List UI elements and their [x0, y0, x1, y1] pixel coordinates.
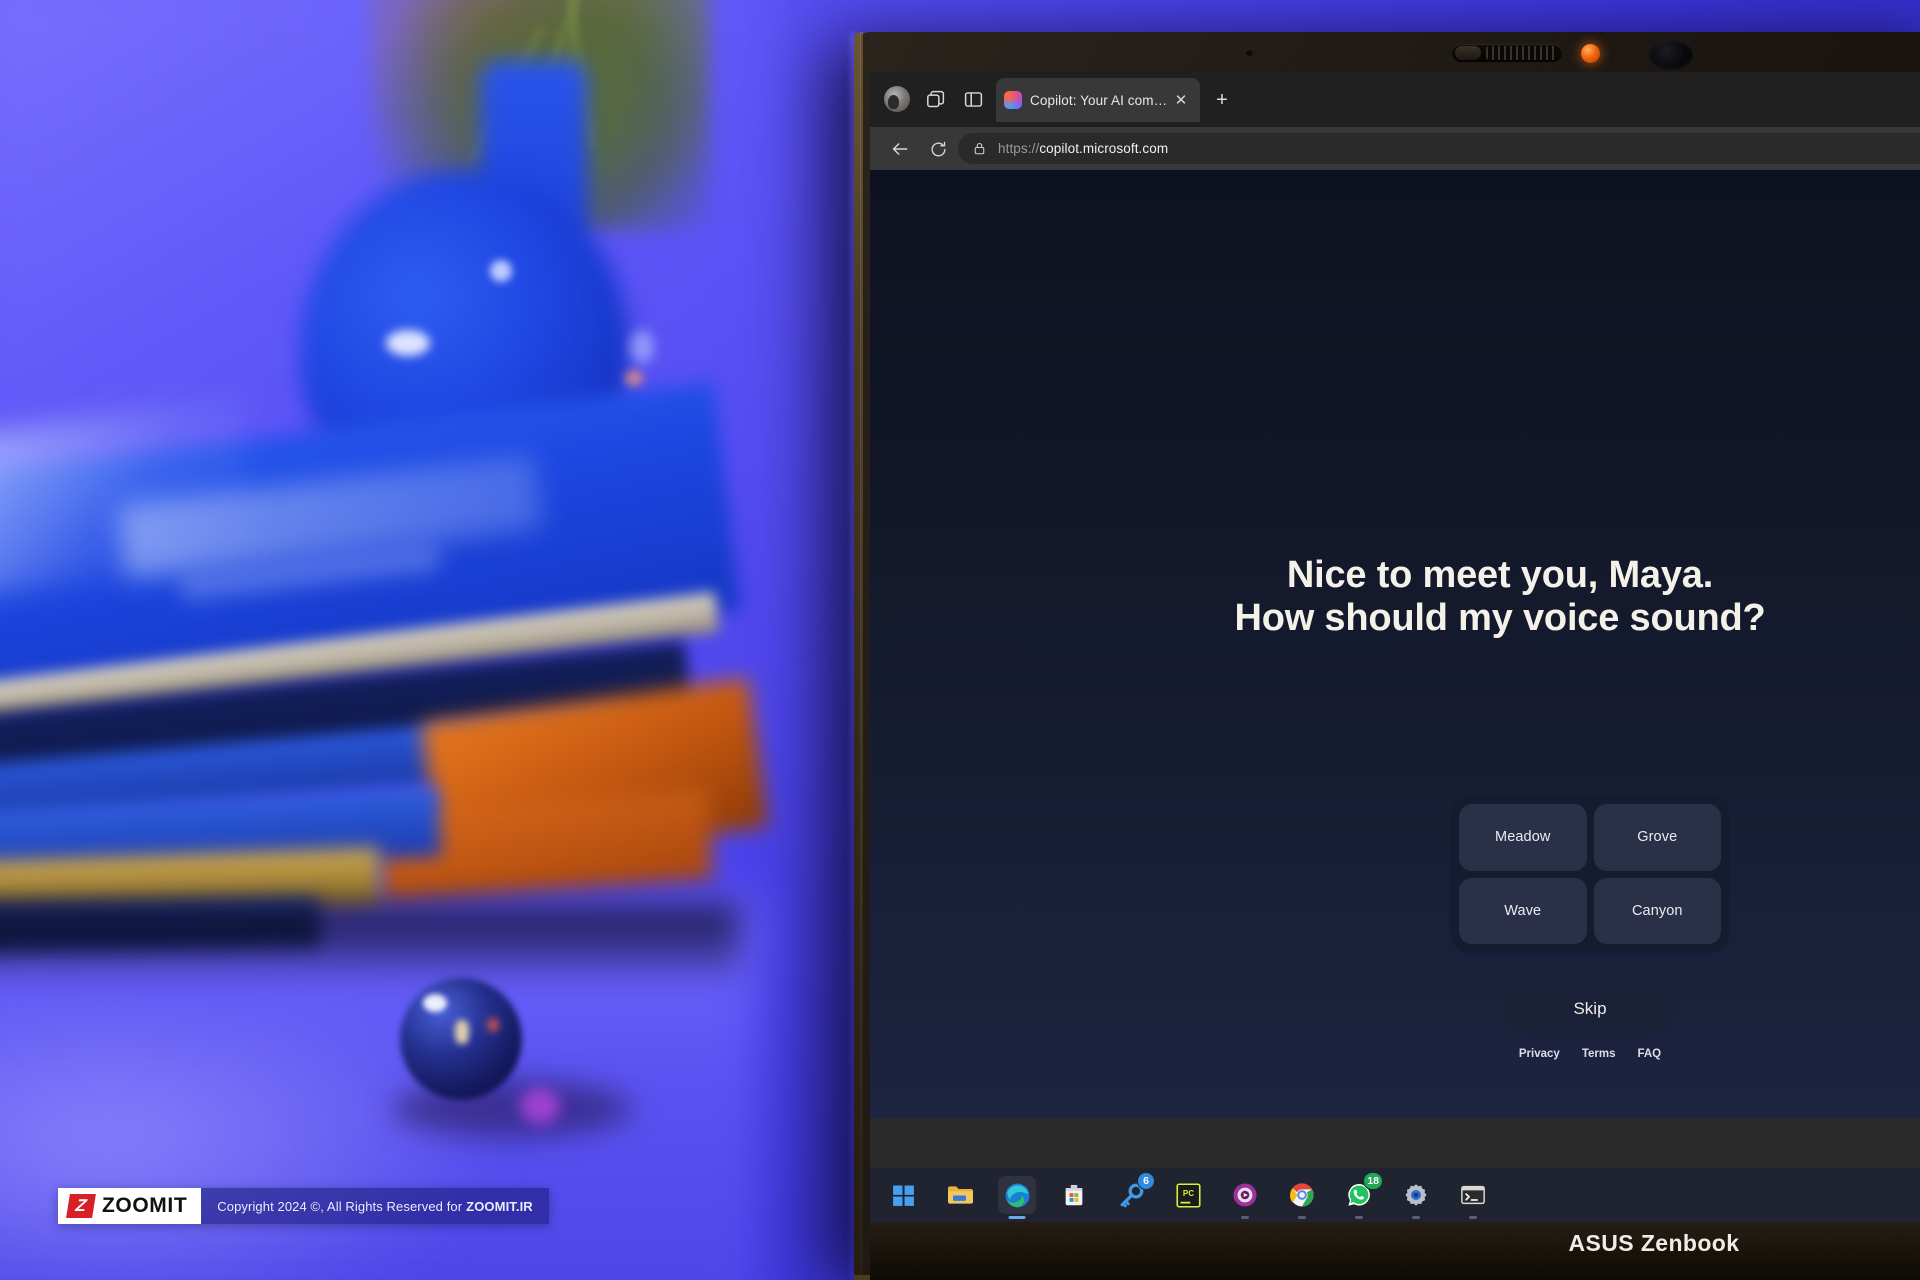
voice-option-canyon[interactable]: Canyon — [1593, 877, 1721, 944]
background-dark-band — [0, 905, 740, 975]
sensor-dot-icon — [1246, 49, 1253, 56]
new-tab-button[interactable]: + — [1208, 86, 1236, 114]
taskbar-running-indicator — [1241, 1216, 1249, 1219]
taskbar-running-indicator — [1355, 1216, 1363, 1219]
copyright-site: ZOOMIT.IR — [466, 1198, 533, 1214]
laptop-brand-label: ASUS Zenbook — [1568, 1230, 1740, 1256]
sphere-highlight — [455, 1020, 469, 1044]
lock-icon — [974, 142, 985, 155]
address-bar[interactable]: https://copilot.microsoft.com — [958, 133, 1920, 164]
voice-options-panel: Meadow Grove Wave Canyon — [1450, 795, 1730, 953]
laptop-screen: Copilot: Your AI companion ✕ + — [870, 72, 1920, 1222]
copilot-favicon — [1004, 91, 1022, 109]
profile-avatar[interactable] — [880, 82, 914, 116]
sphere-highlight — [423, 994, 447, 1012]
vase-warm-highlight — [625, 370, 643, 388]
webcam-lens-icon — [1649, 40, 1693, 70]
zoomit-copyright: Copyright 2024 ©, All Rights Reserved fo… — [201, 1188, 549, 1224]
laptop-edge-left-inner — [860, 32, 863, 1280]
headline-line-1: Nice to meet you, Maya. — [1286, 554, 1714, 596]
chrome-icon — [1290, 1183, 1314, 1207]
zoomit-mark-icon: Z — [66, 1194, 96, 1218]
vase-highlight — [630, 330, 654, 364]
pycharm-icon: PC — [1175, 1182, 1201, 1208]
url-scheme: https:// — [998, 141, 1040, 156]
link-privacy[interactable]: Privacy — [1519, 1048, 1560, 1060]
skip-button[interactable]: Skip — [1503, 982, 1677, 1036]
laptop-top-bezel — [854, 32, 1920, 72]
folder-icon — [948, 1186, 973, 1204]
taskbar-pycharm[interactable]: PC — [1169, 1176, 1207, 1214]
webcam-shutter-knob[interactable] — [1455, 46, 1481, 60]
page-headline: Nice to meet you, Maya. How should my vo… — [870, 554, 1920, 639]
back-arrow-icon[interactable] — [886, 135, 914, 163]
indicator-led-icon — [1581, 44, 1600, 63]
browser-tab-copilot[interactable]: Copilot: Your AI companion ✕ — [996, 78, 1200, 122]
url-host: copilot.microsoft.com — [1039, 141, 1169, 156]
windows-logo-icon — [892, 1185, 914, 1206]
tab-actions-glyph — [964, 91, 982, 107]
taskbar-key-app[interactable]: 6 — [1112, 1172, 1155, 1214]
taskbar-terminal[interactable] — [1454, 1176, 1492, 1219]
headline-line-2: How should my voice sound? — [1234, 596, 1766, 639]
edge-icon — [1005, 1183, 1029, 1207]
sphere-highlight — [487, 1018, 499, 1032]
reload-icon[interactable] — [924, 135, 952, 163]
store-icon — [1065, 1184, 1083, 1206]
vase-highlight — [490, 260, 512, 282]
taskbar-settings[interactable] — [1397, 1176, 1435, 1219]
copilot-page: Nice to meet you, Maya. How should my vo… — [870, 170, 1920, 1118]
tab-actions-icon[interactable] — [956, 82, 990, 116]
taskbar-microsoft-store[interactable] — [1055, 1176, 1093, 1214]
media-player-icon — [1233, 1183, 1257, 1207]
taskbar-media-player[interactable] — [1226, 1176, 1264, 1219]
split-screen-icon[interactable] — [918, 82, 952, 116]
browser-navbar: https://copilot.microsoft.com — [870, 127, 1920, 170]
terminal-icon — [1461, 1185, 1485, 1205]
voice-option-wave[interactable]: Wave — [1459, 877, 1587, 944]
zoomit-watermark: Z ZOOMIT Copyright 2024 ©, All Rights Re… — [58, 1188, 549, 1224]
zoomit-logo: Z ZOOMIT — [58, 1188, 202, 1224]
taskbar-badge-count: 18 — [1363, 1172, 1383, 1190]
taskbar-file-explorer[interactable] — [941, 1176, 979, 1214]
back-arrow-glyph — [892, 143, 908, 155]
gear-icon — [1405, 1184, 1427, 1206]
sphere-caustic-light — [520, 1088, 560, 1124]
taskbar-google-chrome[interactable] — [1283, 1176, 1321, 1219]
voice-option-meadow[interactable]: Meadow — [1459, 804, 1587, 871]
link-faq[interactable]: FAQ — [1637, 1048, 1661, 1060]
avatar — [884, 86, 910, 112]
taskbar-running-indicator — [1469, 1216, 1477, 1219]
tab-title: Copilot: Your AI companion — [1030, 92, 1170, 108]
webcam-shutter-grill — [1486, 46, 1558, 60]
browser-chrome: Copilot: Your AI companion ✕ + — [870, 72, 1920, 170]
link-terms[interactable]: Terms — [1582, 1048, 1616, 1060]
voice-option-grove[interactable]: Grove — [1593, 804, 1721, 871]
windows-taskbar: 6 PC 18 — [870, 1168, 1920, 1222]
browser-tabstrip: Copilot: Your AI companion ✕ + — [870, 72, 1920, 127]
taskbar-badge-count: 6 — [1137, 1172, 1155, 1190]
close-icon[interactable]: ✕ — [1170, 89, 1192, 111]
url-text: https://copilot.microsoft.com — [998, 141, 1168, 156]
vase-highlight — [386, 330, 430, 356]
taskbar-microsoft-edge[interactable] — [998, 1176, 1036, 1219]
zoomit-logo-text: ZOOMIT — [102, 1194, 188, 1217]
laptop-device: Copilot: Your AI companion ✕ + — [851, 32, 1920, 1280]
footer-links: Privacy Terms FAQ — [1503, 1048, 1677, 1060]
svg-text:PC: PC — [1182, 1188, 1193, 1197]
taskbar-active-indicator — [1008, 1216, 1026, 1219]
copyright-text: Copyright 2024 ©, All Rights Reserved fo… — [217, 1198, 463, 1214]
taskbar-start-button[interactable] — [884, 1176, 922, 1214]
taskbar-running-indicator — [1298, 1216, 1306, 1219]
reload-glyph — [931, 141, 946, 156]
split-screen-glyph — [926, 90, 944, 107]
taskbar-whatsapp[interactable]: 18 — [1340, 1172, 1383, 1219]
taskbar-running-indicator — [1412, 1216, 1420, 1219]
